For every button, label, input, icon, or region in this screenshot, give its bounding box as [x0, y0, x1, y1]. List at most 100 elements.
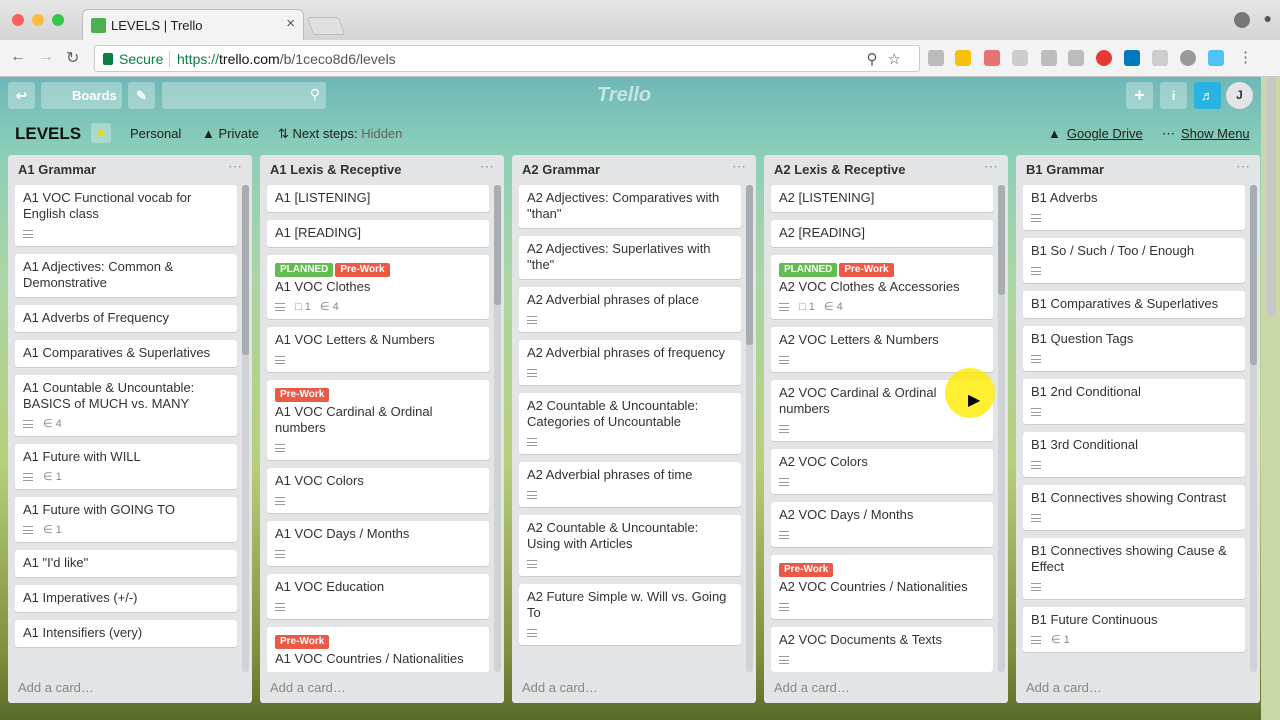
list-menu-icon[interactable]: ⋯: [480, 158, 494, 175]
add-card-button[interactable]: Add a card…: [522, 680, 598, 695]
list-scrollbar[interactable]: [242, 185, 249, 672]
tab-close-icon[interactable]: ×: [286, 15, 295, 32]
extension-tag-icon[interactable]: [928, 50, 944, 66]
extension-bird-icon[interactable]: [1208, 50, 1224, 66]
card[interactable]: A1 "I'd like": [15, 550, 237, 577]
add-card-button[interactable]: Add a card…: [774, 680, 850, 695]
extension-code-icon[interactable]: [1068, 50, 1084, 66]
back-to-home-button[interactable]: ↩: [8, 82, 35, 109]
card[interactable]: A2 Adverbial phrases of frequency: [519, 340, 741, 385]
card[interactable]: A1 VOC Education: [267, 574, 489, 619]
card[interactable]: A2 Adjectives: Comparatives with "than": [519, 185, 741, 228]
search-icon[interactable]: ⚲: [310, 86, 320, 103]
card[interactable]: PLANNED Pre-Work A2 VOC Clothes & Accessor…: [771, 255, 993, 319]
zoom-icon[interactable]: ⚲: [867, 51, 888, 68]
add-card-button[interactable]: Add a card…: [1026, 680, 1102, 695]
trello-logo[interactable]: Trello: [597, 84, 651, 107]
close-window-button[interactable]: [12, 14, 24, 26]
extension-notes-icon[interactable]: [955, 50, 971, 66]
list-menu-icon[interactable]: ⋯: [228, 158, 242, 175]
new-tab-button[interactable]: [306, 17, 346, 35]
google-drive-button[interactable]: ▲ Google Drive: [1048, 126, 1143, 141]
card[interactable]: A2 [LISTENING]: [771, 185, 993, 212]
extension-opera-icon[interactable]: [1096, 50, 1112, 66]
extension-cloud-icon[interactable]: [1012, 50, 1028, 66]
card[interactable]: A1 VOC Days / Months: [267, 521, 489, 566]
card[interactable]: B1 So / Such / Too / Enough: [1023, 238, 1245, 283]
list-title[interactable]: A2 Grammar: [522, 162, 600, 177]
list-title[interactable]: B1 Grammar: [1026, 162, 1104, 177]
card[interactable]: A2 VOC Days / Months: [771, 502, 993, 547]
card[interactable]: A1 [LISTENING]: [267, 185, 489, 212]
fullscreen-icon[interactable]: ●: [1264, 10, 1272, 26]
pencil-icon[interactable]: ✎: [128, 82, 155, 109]
card[interactable]: A1 VOC Colors: [267, 468, 489, 513]
search-input[interactable]: ⚲: [162, 82, 326, 109]
card[interactable]: A2 Countable & Uncountable: Using with A…: [519, 515, 741, 576]
card[interactable]: A1 Future with WILL ∈ 1: [15, 444, 237, 489]
card[interactable]: A2 Adverbial phrases of time: [519, 462, 741, 507]
list-scrollbar[interactable]: [998, 185, 1005, 672]
show-menu-button[interactable]: ⋯ Show Menu: [1162, 126, 1250, 142]
card[interactable]: B1 2nd Conditional: [1023, 379, 1245, 424]
card[interactable]: B1 Adverbs: [1023, 185, 1245, 230]
card[interactable]: A2 VOC Letters & Numbers: [771, 327, 993, 372]
extension-puzzle-icon[interactable]: [984, 50, 1000, 66]
card[interactable]: A1 Intensifiers (very): [15, 620, 237, 647]
extension-trello-icon[interactable]: [1124, 50, 1140, 66]
maximize-window-button[interactable]: [52, 14, 64, 26]
reload-icon[interactable]: ↻: [66, 48, 79, 68]
list-scrollbar[interactable]: [746, 185, 753, 672]
card[interactable]: A1 VOC Letters & Numbers: [267, 327, 489, 372]
card[interactable]: A1 Adjectives: Common & Demonstrative: [15, 254, 237, 297]
list-menu-icon[interactable]: ⋯: [1236, 158, 1250, 175]
extension-c-icon[interactable]: [1041, 50, 1057, 66]
next-steps-button[interactable]: ⇅ Next steps: Hidden: [278, 126, 402, 142]
list-menu-icon[interactable]: ⋯: [984, 158, 998, 175]
card[interactable]: B1 Question Tags: [1023, 326, 1245, 371]
card[interactable]: Pre-Work A1 VOC Cardinal & Ordinal number…: [267, 380, 489, 460]
card[interactable]: B1 Connectives showing Contrast: [1023, 485, 1245, 530]
card[interactable]: A1 Comparatives & Superlatives: [15, 340, 237, 367]
profile-icon[interactable]: [1234, 12, 1250, 28]
card[interactable]: A1 [READING]: [267, 220, 489, 247]
notification-bell-icon[interactable]: ♬: [1194, 82, 1221, 109]
bookmark-star-icon[interactable]: ☆: [888, 51, 911, 68]
info-icon[interactable]: i: [1160, 82, 1187, 109]
board-title[interactable]: LEVELS: [15, 124, 81, 144]
add-card-button[interactable]: Add a card…: [270, 680, 346, 695]
list-title[interactable]: A1 Lexis & Receptive: [270, 162, 402, 177]
card[interactable]: Pre-Work A1 VOC Countries / Nationalities: [267, 627, 489, 672]
card[interactable]: B1 Comparatives & Superlatives: [1023, 291, 1245, 318]
card[interactable]: A1 VOC Functional vocab for English clas…: [15, 185, 237, 246]
card[interactable]: B1 Connectives showing Cause & Effect: [1023, 538, 1245, 599]
browser-tab[interactable]: LEVELS | Trello ×: [82, 9, 304, 40]
card[interactable]: A2 [READING]: [771, 220, 993, 247]
minimize-window-button[interactable]: [32, 14, 44, 26]
add-icon[interactable]: +: [1126, 82, 1153, 109]
card[interactable]: A2 Adverbial phrases of place: [519, 287, 741, 332]
card[interactable]: A2 Adjectives: Superlatives with "the": [519, 236, 741, 279]
back-icon[interactable]: ←: [10, 48, 26, 66]
card[interactable]: A2 VOC Colors: [771, 449, 993, 494]
card[interactable]: A2 Countable & Uncountable: Categories o…: [519, 393, 741, 454]
list-menu-icon[interactable]: ⋯: [732, 158, 746, 175]
card[interactable]: A1 Future with GOING TO ∈ 1: [15, 497, 237, 542]
card[interactable]: A2 Future Simple w. Will vs. Going To: [519, 584, 741, 645]
card[interactable]: Pre-Work A2 VOC Countries / Nationalities: [771, 555, 993, 619]
card[interactable]: PLANNED Pre-Work A1 VOC Clothes □ 1 ∈ 4: [267, 255, 489, 319]
list-scrollbar[interactable]: [494, 185, 501, 672]
url-input[interactable]: Secure https://trello.com/b/1ceco8d6/lev…: [94, 45, 920, 72]
list-title[interactable]: A2 Lexis & Receptive: [774, 162, 906, 177]
team-button[interactable]: Personal: [130, 126, 181, 141]
list-title[interactable]: A1 Grammar: [18, 162, 96, 177]
visibility-button[interactable]: ▲ Private: [202, 126, 259, 141]
list-scrollbar[interactable]: [1250, 185, 1257, 672]
page-scrollbar[interactable]: [1266, 77, 1276, 317]
card[interactable]: A2 VOC Documents & Texts: [771, 627, 993, 672]
avatar[interactable]: J: [1226, 82, 1253, 109]
star-icon[interactable]: ★: [91, 123, 111, 143]
card[interactable]: A1 Adverbs of Frequency: [15, 305, 237, 332]
extension-chrome-icon[interactable]: [1180, 50, 1196, 66]
forward-icon[interactable]: →: [38, 48, 54, 66]
